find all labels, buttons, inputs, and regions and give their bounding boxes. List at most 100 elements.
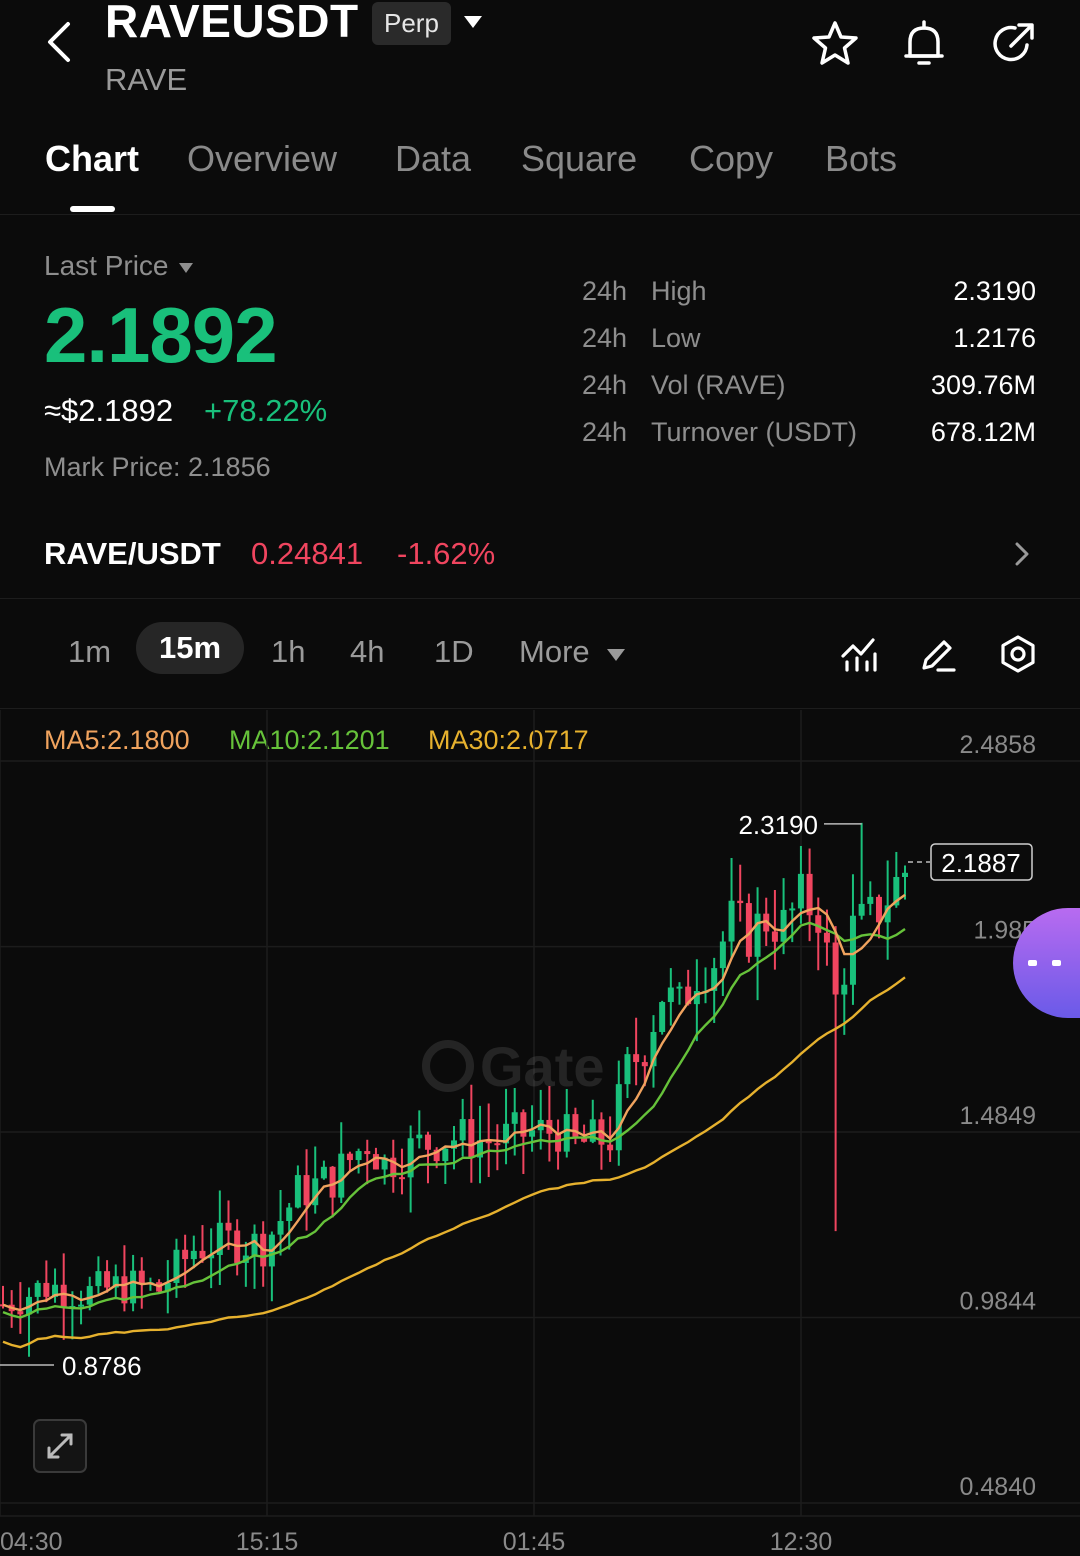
candle-down (182, 1249, 189, 1260)
stat-period: 24h (582, 417, 628, 447)
candle-up (676, 986, 683, 989)
symbol-title[interactable]: RAVEUSDT (105, 0, 359, 48)
x-tick-label: 04:30 (0, 1528, 63, 1556)
stat-value-high: 2.3190 (953, 276, 1036, 306)
candle-down (468, 1119, 475, 1158)
candle-down (225, 1222, 232, 1231)
candlestick-chart[interactable]: Gate 2.48581.9851.48490.98440.484004:30 1… (0, 710, 1080, 1556)
candle-down (199, 1250, 206, 1259)
candle-down (737, 900, 744, 904)
x-tick-label: 12:30 (770, 1528, 833, 1556)
chart-labels: 2.48581.9851.48490.98440.484004:30 15:15 0… (0, 731, 1036, 1556)
candle-up (624, 1054, 631, 1085)
tab-chart[interactable]: Chart (45, 138, 139, 180)
candle-down (607, 1144, 614, 1151)
price-type-dropdown-icon[interactable] (178, 262, 194, 274)
candle-up (789, 908, 796, 911)
tab-copy[interactable]: Copy (689, 138, 773, 180)
candle-up (190, 1250, 197, 1260)
candle-down (555, 1133, 562, 1152)
stat-label-turnover: Turnover (USDT) (651, 417, 858, 447)
expand-button[interactable] (33, 1419, 87, 1473)
candle-down (771, 931, 778, 942)
moving-average-lines (2, 893, 906, 1349)
candle-up (34, 1282, 41, 1297)
contract-type-badge: Perp (372, 2, 451, 45)
candle-up (86, 1286, 93, 1305)
candle-down (17, 1311, 24, 1315)
candle-up (667, 987, 674, 1003)
tab-overview[interactable]: Overview (187, 138, 337, 180)
interval-15m[interactable]: 15m (136, 622, 245, 674)
interval-toolbar: 1m 15m 1h 4h 1D More (0, 610, 1080, 709)
interval-1d[interactable]: 1D (434, 634, 474, 670)
x-tick-label: 01:45 (503, 1528, 566, 1556)
tab-bots[interactable]: Bots (825, 138, 897, 180)
mark-price: Mark Price: 2.1856 (44, 452, 271, 482)
candle-down (424, 1134, 431, 1150)
candle-up (416, 1134, 423, 1139)
base-asset-label: RAVE (105, 62, 188, 97)
last-price-label[interactable]: Last Price (44, 250, 169, 282)
current-price-label: 2.1887 (941, 848, 1021, 878)
share-icon[interactable] (987, 18, 1039, 70)
interval-4h[interactable]: 4h (350, 634, 384, 670)
usd-price-value: ≈$2.1892 (44, 393, 174, 428)
y-tick-label: 0.9844 (960, 1288, 1037, 1316)
y-tick-label: 0.4840 (960, 1473, 1036, 1501)
spot-market-row[interactable]: RAVE/USDT 0.24841 -1.62% (0, 512, 1080, 599)
candle-up (277, 1221, 284, 1235)
candle-down (138, 1270, 145, 1284)
candle-down (372, 1154, 379, 1170)
candle-down (815, 915, 822, 933)
chevron-right-icon[interactable] (1010, 540, 1034, 568)
candle-down (104, 1271, 111, 1288)
stat-period: 24h (582, 276, 628, 306)
indicator-icon[interactable] (839, 634, 879, 674)
candle-up (615, 1084, 622, 1151)
tab-data[interactable]: Data (395, 138, 471, 180)
stat-label-volume: Vol (RAVE) (651, 370, 786, 400)
candle-up (867, 896, 874, 904)
svg-text:Gate: Gate (480, 1035, 605, 1098)
candle-up (338, 1153, 345, 1198)
interval-more[interactable]: More (519, 634, 590, 670)
candle-up (659, 1002, 666, 1032)
candle-up (320, 1166, 327, 1179)
high-price-label: 2.3190 (738, 810, 818, 840)
candle-up (719, 941, 726, 969)
tab-square[interactable]: Square (521, 138, 637, 180)
stat-value-low: 1.2176 (953, 323, 1036, 353)
favorite-star-icon[interactable] (809, 18, 861, 70)
candle-down (832, 942, 839, 995)
draw-pencil-icon[interactable] (918, 634, 958, 674)
interval-1m[interactable]: 1m (68, 634, 111, 670)
candle-up (728, 900, 735, 942)
candle-down (641, 1062, 648, 1067)
bell-alert-icon[interactable] (898, 18, 950, 70)
spot-pair-label: RAVE/USDT (44, 536, 221, 571)
candle-up (563, 1114, 570, 1152)
candle-up (459, 1119, 466, 1141)
more-dropdown-icon[interactable] (606, 648, 626, 662)
last-price-value: 2.1892 (44, 291, 278, 379)
candle-up (294, 1175, 301, 1208)
symbol-dropdown-icon[interactable] (462, 14, 484, 30)
stat-label-low: Low (651, 323, 701, 353)
interval-1h[interactable]: 1h (271, 634, 305, 670)
candle-up (442, 1148, 449, 1162)
spot-change-percent: -1.62% (397, 536, 496, 571)
low-price-label: 0.8786 (62, 1351, 142, 1381)
spot-price-value: 0.24841 (251, 536, 364, 571)
stat-value-volume: 309.76M (930, 370, 1036, 400)
assistant-fab[interactable] (1008, 908, 1080, 1018)
ma5-line (2, 893, 906, 1312)
stat-label-high: High (651, 276, 707, 306)
settings-gear-icon[interactable] (998, 634, 1038, 674)
candle-down (346, 1153, 353, 1161)
x-tick-label: 15:15 (236, 1528, 299, 1556)
back-arrow-icon[interactable] (40, 20, 84, 64)
candle-up (797, 873, 804, 909)
candle-down (398, 1177, 405, 1180)
candle-up (511, 1112, 518, 1124)
